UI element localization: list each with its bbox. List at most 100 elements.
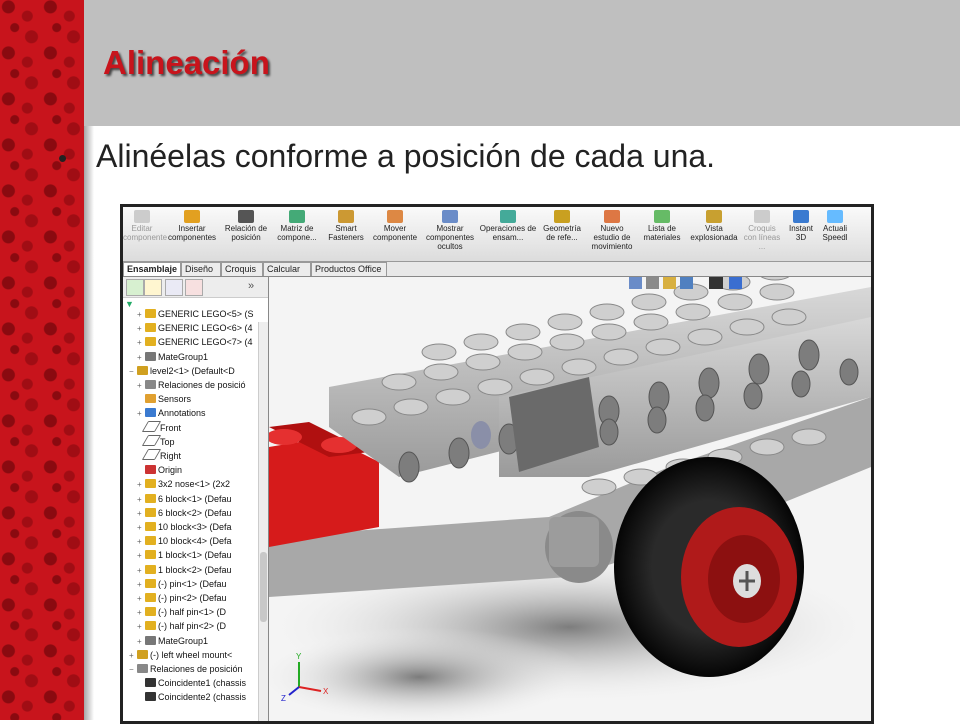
tree-item[interactable]: Coincidente1 (chassis (123, 676, 246, 690)
part-icon (145, 578, 156, 588)
lego-chassis-model: Y X Z (269, 277, 871, 721)
property-manager-icon[interactable] (144, 279, 162, 296)
beam-hole (448, 437, 470, 469)
annotations-icon (145, 408, 156, 418)
tree-item[interactable]: − Relaciones de posición (123, 662, 243, 676)
expand-toggle-icon[interactable]: + (137, 620, 145, 634)
expand-toggle-icon[interactable]: + (137, 351, 145, 365)
show-hidden-button[interactable]: Mostrar componentes ocultos (423, 209, 477, 261)
expand-toggle-icon[interactable]: + (137, 507, 145, 521)
tree-item[interactable]: +1 block<2> (Defau (123, 563, 232, 577)
zoom-fit-icon[interactable] (629, 277, 642, 289)
tree-item[interactable]: + (-) pin<1> (Defau (123, 577, 227, 591)
expand-toggle-icon[interactable]: + (137, 521, 145, 535)
tree-item[interactable]: +3x2 nose<1> (2x2 (123, 477, 230, 491)
tree-item[interactable]: + (-) pin<2> (Defau (123, 591, 227, 605)
tree-item[interactable]: +1 block<1> (Defau (123, 548, 232, 562)
expand-toggle-icon[interactable]: − (129, 365, 137, 379)
tree-item[interactable]: Top (123, 434, 175, 449)
tree-item[interactable]: +6 block<1> (Defau (123, 492, 232, 506)
exploded-view-button[interactable]: Vista explosionada (687, 209, 741, 261)
tree-item[interactable]: + GENERIC LEGO<6> (4 (123, 321, 253, 335)
section-view-icon[interactable] (680, 277, 693, 289)
expand-toggle-icon[interactable]: − (129, 663, 137, 677)
tree-item[interactable]: + GENERIC LEGO<7> (4 (123, 335, 253, 349)
tree-item[interactable]: − level2<1> (Default<D (123, 364, 235, 378)
tree-item-label: Front (160, 422, 182, 433)
edit-component-icon (134, 210, 150, 223)
expand-toggle-icon[interactable]: + (137, 535, 145, 549)
mate-button[interactable]: Relación de posición (223, 209, 269, 261)
plane-icon (141, 449, 162, 460)
tree-item[interactable]: + Annotations (123, 406, 206, 420)
expand-toggle-icon[interactable]: + (137, 322, 145, 336)
ribbon-button-label: Instant 3D (788, 224, 813, 242)
expand-toggle-icon[interactable]: + (137, 308, 145, 322)
expand-toggle-icon[interactable]: + (129, 649, 137, 663)
explode-sketch-button[interactable]: Croquis con líneas ... (743, 209, 781, 261)
tree-item-label: MateGroup1 (158, 351, 209, 362)
expand-toggle-icon[interactable]: + (137, 606, 145, 620)
tab-diseño[interactable]: Diseño (181, 262, 221, 276)
tab-ensamblaje[interactable]: Ensamblaje (123, 262, 181, 276)
graphics-viewport[interactable]: Y X Z (269, 277, 871, 721)
tree-item[interactable]: + (-) left wheel mount< (123, 648, 232, 662)
tab-calcular[interactable]: Calcular (263, 262, 311, 276)
edit-component-button[interactable]: Editar componente (123, 209, 167, 261)
instant3d-button[interactable]: Instant 3D (783, 209, 819, 261)
zoom-area-icon[interactable] (646, 277, 659, 289)
expand-toggle-icon[interactable]: + (137, 379, 145, 393)
expand-toggle-icon[interactable]: + (137, 635, 145, 649)
display-style-icon[interactable] (729, 277, 742, 289)
pin-connector (471, 421, 491, 449)
feature-tree-icon[interactable] (126, 279, 144, 296)
tree-item[interactable]: Front (123, 420, 182, 435)
tree-item-label: level2<1> (Default<D (150, 365, 235, 376)
assembly-features-button[interactable]: Operaciones de ensam... (479, 209, 537, 261)
stud (465, 353, 501, 371)
tree-item-label: (-) left wheel mount< (150, 649, 233, 660)
stud (603, 348, 639, 366)
scrollbar-thumb[interactable] (260, 552, 267, 622)
tree-item[interactable]: + MateGroup1 (123, 350, 208, 364)
tree-item[interactable]: +10 block<4> (Defa (123, 534, 232, 548)
expand-toggle-icon[interactable]: + (137, 336, 145, 350)
tree-item[interactable]: +6 block<2> (Defau (123, 506, 232, 520)
configuration-manager-icon[interactable] (165, 279, 183, 296)
reference-geometry-button[interactable]: Geometría de refe... (539, 209, 585, 261)
tree-item[interactable]: Origin (123, 463, 182, 477)
expand-toggle-icon[interactable]: + (137, 549, 145, 563)
tree-item[interactable]: Sensors (123, 392, 191, 406)
tree-item[interactable]: Coincidente2 (chassis (123, 690, 246, 704)
tab-croquis[interactable]: Croquis (221, 262, 263, 276)
tree-item[interactable]: + (-) half pin<1> (D (123, 605, 226, 619)
insert-components-button[interactable]: Insertar componentes (163, 209, 221, 261)
tab-productos-office[interactable]: Productos Office (311, 262, 387, 276)
previous-view-icon[interactable] (663, 277, 676, 289)
tree-item[interactable]: + MateGroup1 (123, 634, 208, 648)
part-icon (145, 593, 156, 602)
command-manager-ribbon: Editar componente Insertar componentes Rel… (123, 207, 871, 262)
bom-button[interactable]: Lista de materiales (639, 209, 685, 261)
pattern-button[interactable]: Matriz de compone... (271, 209, 323, 261)
display-manager-icon[interactable] (185, 279, 203, 296)
tree-item[interactable]: Right (123, 449, 181, 463)
view-orientation-icon[interactable] (709, 277, 723, 289)
expand-toggle-icon[interactable]: + (137, 493, 145, 507)
tree-scrollbar[interactable] (258, 322, 268, 721)
expand-toggle-icon[interactable]: + (137, 578, 145, 592)
tree-item[interactable]: + GENERIC LEGO<5> (S (123, 307, 254, 321)
speedpak-button[interactable]: Actuali Speedl (821, 209, 849, 261)
move-component-button[interactable]: Mover componente (369, 209, 421, 261)
fastener-button[interactable]: Smart Fasteners (325, 209, 367, 261)
expand-toggle-icon[interactable]: + (137, 407, 145, 421)
tree-item-label: (-) half pin<1> (D (158, 607, 227, 618)
tree-item[interactable]: + Relaciones de posició (123, 378, 246, 392)
expand-toggle-icon[interactable]: + (137, 564, 145, 578)
motion-study-button[interactable]: Nuevo estudio de movimiento (587, 209, 637, 261)
tree-more-icon[interactable]: » (248, 280, 254, 292)
tree-item[interactable]: + (-) half pin<2> (D (123, 619, 226, 633)
tree-item[interactable]: +10 block<3> (Defa (123, 520, 232, 534)
expand-toggle-icon[interactable]: + (137, 478, 145, 492)
expand-toggle-icon[interactable]: + (137, 592, 145, 606)
